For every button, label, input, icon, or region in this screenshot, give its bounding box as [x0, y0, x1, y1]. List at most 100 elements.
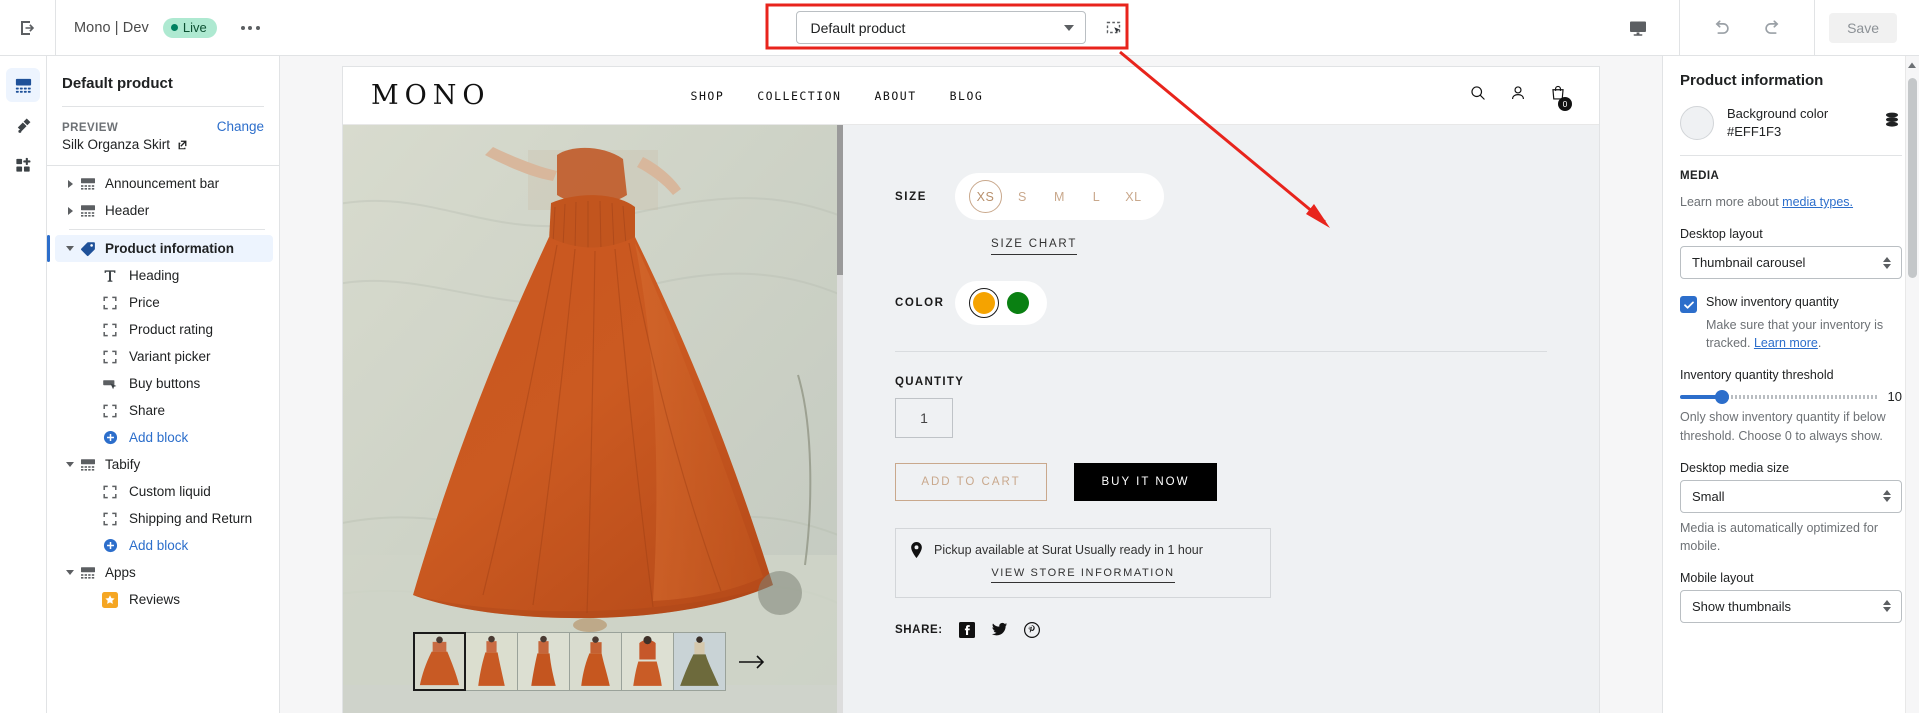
show-inventory-setting[interactable]: Show inventory quantity	[1680, 295, 1902, 314]
share-pinterest-button[interactable]	[1023, 622, 1040, 638]
desktop-preview-button[interactable]	[1619, 9, 1657, 47]
gallery-thumbnail[interactable]	[413, 632, 466, 691]
sidebar-item-buy-buttons[interactable]: Buy buttons	[55, 370, 273, 397]
sidebar-item-announcement-bar[interactable]: Announcement bar	[55, 170, 273, 197]
sidebar-item-custom-liquid[interactable]: Custom liquid	[55, 478, 273, 505]
desktop-media-size-select[interactable]: Small	[1680, 479, 1902, 513]
storefront-nav-about[interactable]: ABOUT	[875, 89, 917, 103]
gallery-thumbnail[interactable]	[465, 632, 518, 691]
view-store-information-link[interactable]: VIEW STORE INFORMATION	[991, 567, 1175, 583]
storefront-cart-button[interactable]: 0	[1549, 84, 1572, 111]
sidebar-item-variant-picker[interactable]: Variant picker	[55, 343, 273, 370]
color-option-orange[interactable]	[969, 288, 999, 318]
undo-button[interactable]	[1702, 9, 1740, 47]
storefront-nav-shop[interactable]: SHOP	[691, 89, 725, 103]
chevron-down-icon[interactable]	[63, 246, 77, 251]
background-color-setting[interactable]: Background color #EFF1F3	[1680, 105, 1902, 140]
size-option-m[interactable]: M	[1043, 180, 1076, 213]
settings-panel: Product information Background color #EF…	[1662, 56, 1919, 713]
mobile-layout-select[interactable]: Show thumbnails	[1680, 589, 1902, 623]
storefront-nav-collection[interactable]: COLLECTION	[757, 89, 841, 103]
sidebar-item-price[interactable]: Price	[55, 289, 273, 316]
product-selector[interactable]: Default product	[795, 11, 1086, 44]
save-button[interactable]: Save	[1829, 12, 1897, 43]
show-inventory-help: Make sure that your inventory is tracked…	[1680, 316, 1902, 352]
chevron-right-icon[interactable]	[63, 179, 77, 188]
size-option-xs[interactable]: XS	[969, 180, 1002, 213]
chevron-right-icon[interactable]	[63, 206, 77, 215]
storefront-nav-blog[interactable]: BLOG	[950, 89, 984, 103]
scrollbar-thumb[interactable]	[1908, 78, 1917, 278]
show-inventory-checkbox[interactable]	[1680, 296, 1697, 314]
gallery-thumbnail[interactable]	[673, 632, 726, 691]
share-row: SHARE:	[895, 622, 1599, 638]
desktop-media-size-value: Small	[1692, 488, 1725, 504]
learn-more-link[interactable]: Learn more	[1754, 336, 1818, 350]
sidebar-item-add-block[interactable]: Add block	[55, 532, 273, 559]
sidebar-item-add-block[interactable]: Add block	[55, 424, 273, 451]
color-option-green[interactable]	[1003, 288, 1033, 318]
gallery-thumbnail[interactable]	[621, 632, 674, 691]
color-scheme-icon	[1886, 112, 1898, 127]
color-scheme-button[interactable]	[1882, 110, 1902, 135]
buy-it-now-button[interactable]: BUY IT NOW	[1074, 463, 1217, 501]
size-option-l[interactable]: L	[1080, 180, 1113, 213]
share-facebook-button[interactable]	[958, 622, 975, 638]
section-icon	[77, 457, 99, 473]
inventory-threshold-slider[interactable]	[1680, 389, 1877, 404]
desktop-layout-select[interactable]: Thumbnail carousel	[1680, 246, 1902, 280]
slider-handle[interactable]	[1715, 389, 1730, 404]
color-swatch-green	[1007, 292, 1029, 314]
chevron-down-icon[interactable]	[63, 462, 77, 467]
more-options-button[interactable]	[231, 18, 270, 38]
sidebar-item-share[interactable]: Share	[55, 397, 273, 424]
sidebar-item-heading[interactable]: Heading	[55, 262, 273, 289]
size-chart-link[interactable]: SIZE CHART	[991, 238, 1078, 255]
section-icon	[77, 176, 99, 192]
preview-product-name-row[interactable]: Silk Organza Skirt	[62, 137, 264, 152]
exit-editor-button[interactable]	[0, 0, 56, 56]
theme-settings-icon	[17, 117, 30, 133]
preview-block: PREVIEW Change Silk Organza Skirt	[47, 107, 279, 165]
sidebar-item-apps[interactable]: Apps	[55, 559, 273, 586]
size-option-xl[interactable]: XL	[1117, 180, 1150, 213]
settings-scrollbar[interactable]	[1905, 56, 1919, 713]
thumbnail-next-button[interactable]	[739, 654, 767, 670]
rail-item-theme-settings[interactable]	[6, 108, 40, 142]
sidebar-item-header[interactable]: Header	[55, 197, 273, 224]
product-selector-value: Default product	[810, 19, 906, 36]
sidebar-title: Default product	[62, 75, 173, 92]
inventory-threshold-help: Only show inventory quantity if below th…	[1680, 410, 1886, 443]
size-option-s[interactable]: S	[1006, 180, 1039, 213]
rail-item-apps[interactable]	[6, 148, 40, 182]
sidebar-item-shipping-and-return[interactable]: Shipping and Return	[55, 505, 273, 532]
shop-name: Mono | Dev	[74, 19, 149, 36]
cta-row: ADD TO CART BUY IT NOW	[895, 463, 1599, 501]
storefront-search-button[interactable]	[1469, 84, 1487, 107]
chevron-down-icon[interactable]	[63, 570, 77, 575]
color-swatch[interactable]	[1680, 105, 1714, 140]
sidebar-item-label: Add block	[129, 538, 189, 553]
sidebar-item-label: Variant picker	[129, 349, 211, 364]
add-to-cart-button[interactable]: ADD TO CART	[895, 463, 1047, 501]
change-preview-button[interactable]: Change	[217, 119, 264, 134]
sidebar-item-reviews[interactable]: Reviews	[55, 586, 273, 613]
live-label: Live	[182, 19, 207, 35]
external-link-icon	[178, 140, 187, 150]
sidebar-item-tabify[interactable]: Tabify	[55, 451, 273, 478]
sidebar-item-product-rating[interactable]: Product rating	[55, 316, 273, 343]
quantity-input[interactable]: 1	[895, 398, 953, 438]
gallery-thumbnail[interactable]	[569, 632, 622, 691]
scroll-up-arrow-icon[interactable]	[1907, 61, 1917, 71]
product-gallery	[343, 125, 843, 713]
select-region-button[interactable]	[1104, 18, 1124, 38]
storefront-account-button[interactable]	[1509, 84, 1527, 107]
gallery-thumbnail[interactable]	[517, 632, 570, 691]
tag-icon	[77, 241, 99, 257]
share-twitter-button[interactable]	[991, 622, 1008, 638]
sidebar-item-product-information[interactable]: Product information	[47, 235, 273, 262]
rail-item-sections[interactable]	[6, 68, 40, 102]
product-main-image[interactable]	[343, 125, 843, 685]
media-types-link[interactable]: media types.	[1782, 195, 1853, 209]
redo-button[interactable]	[1754, 9, 1792, 47]
